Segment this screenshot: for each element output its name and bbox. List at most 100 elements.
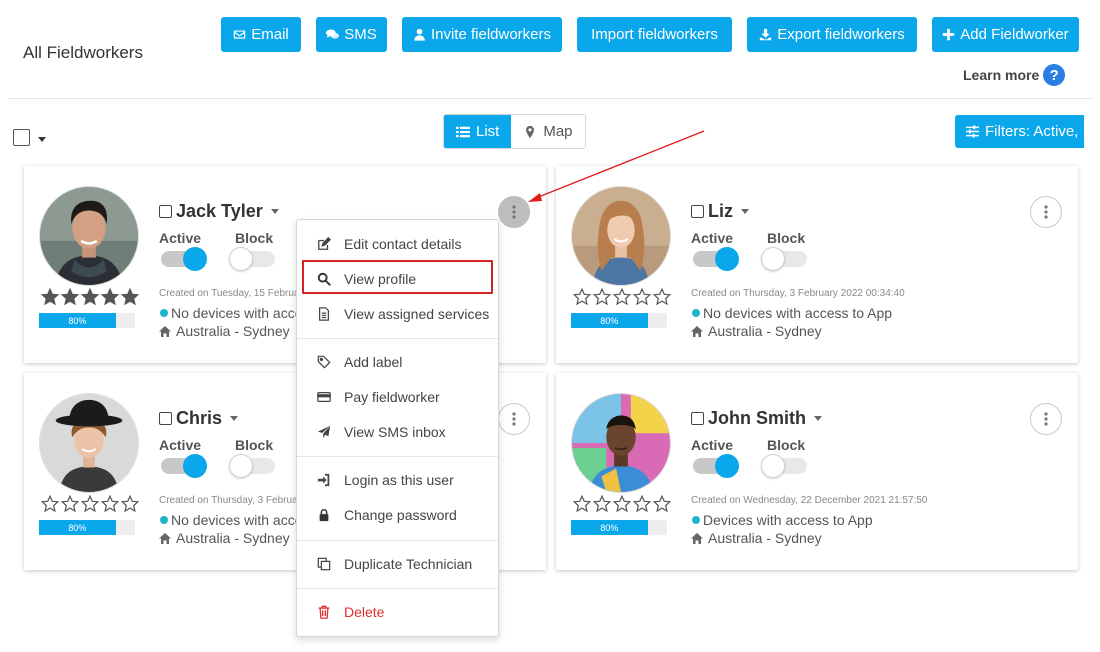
block-toggle[interactable] <box>229 454 275 478</box>
location: Australia - Sydney <box>691 323 822 339</box>
menu-divider <box>297 588 498 589</box>
star-outline-icon[interactable] <box>121 495 139 513</box>
block-toggle[interactable] <box>761 247 807 271</box>
name-dropdown-caret-icon[interactable] <box>270 209 279 214</box>
name-dropdown-caret-icon[interactable] <box>814 416 822 421</box>
star-outline-icon[interactable] <box>633 495 651 513</box>
avatar[interactable] <box>39 186 139 286</box>
add-fieldworker-button[interactable]: Add Fieldworker <box>932 17 1079 52</box>
block-toggle[interactable] <box>229 247 275 271</box>
name-dropdown-caret-icon[interactable] <box>741 209 749 214</box>
list-icon <box>456 126 470 137</box>
profile-progress-bar: 80% <box>571 520 667 535</box>
star-outline-icon[interactable] <box>653 288 671 306</box>
device-access-status: Devices with access to App <box>691 512 873 528</box>
trash-icon <box>318 605 330 619</box>
select-options-caret-icon[interactable] <box>38 137 46 142</box>
active-label: Active <box>691 230 734 246</box>
menu-item-label: View assigned services <box>344 306 490 322</box>
more-options-button[interactable] <box>1030 403 1062 435</box>
location-text: Australia - Sydney <box>708 323 822 339</box>
more-options-button[interactable] <box>498 403 530 435</box>
star-filled-icon[interactable] <box>121 288 139 306</box>
created-date: Created on Wednesday, 22 December 2021 2… <box>691 495 928 506</box>
invite-fieldworkers-button[interactable]: Invite fieldworkers <box>402 17 562 52</box>
star-outline-icon[interactable] <box>593 495 611 513</box>
menu-item-label: View SMS inbox <box>344 424 446 440</box>
star-outline-icon[interactable] <box>573 288 591 306</box>
star-outline-icon[interactable] <box>61 495 79 513</box>
rating-stars[interactable] <box>41 288 139 306</box>
star-filled-icon[interactable] <box>61 288 79 306</box>
comments-icon <box>326 29 340 39</box>
menu-item-label: Delete <box>344 604 385 620</box>
menu-item-add-label[interactable]: Add label <box>297 350 498 374</box>
star-filled-icon[interactable] <box>101 288 119 306</box>
export-fieldworkers-button[interactable]: Export fieldworkers <box>747 17 917 52</box>
rating-stars[interactable] <box>573 288 671 306</box>
map-view-label: Map <box>543 123 573 140</box>
file-text-icon <box>319 307 329 321</box>
star-outline-icon[interactable] <box>593 288 611 306</box>
rating-stars[interactable] <box>41 495 139 513</box>
menu-item-view-sms-inbox[interactable]: View SMS inbox <box>297 420 498 444</box>
filters-button[interactable]: Filters: Active, <box>955 115 1084 148</box>
import-fieldworkers-button[interactable]: Import fieldworkers <box>577 17 732 52</box>
menu-divider <box>297 456 498 457</box>
menu-item-login-as-this-user[interactable]: Login as this user <box>297 468 498 492</box>
star-outline-icon[interactable] <box>101 495 119 513</box>
star-outline-icon[interactable] <box>633 288 651 306</box>
menu-item-pay-fieldworker[interactable]: Pay fieldworker <box>297 385 498 409</box>
active-label: Active <box>159 437 202 453</box>
profile-progress-bar: 80% <box>39 313 135 328</box>
avatar[interactable] <box>571 393 671 493</box>
select-fieldworker-checkbox[interactable] <box>159 412 172 425</box>
list-view-button[interactable]: List <box>444 115 512 148</box>
select-fieldworker-checkbox[interactable] <box>691 205 704 218</box>
star-filled-icon[interactable] <box>81 288 99 306</box>
block-toggle[interactable] <box>761 454 807 478</box>
menu-item-view-assigned-services[interactable]: View assigned services <box>297 302 498 326</box>
star-outline-icon[interactable] <box>653 495 671 513</box>
map-view-button[interactable]: Map <box>511 115 585 148</box>
fieldworker-name[interactable]: Jack Tyler <box>176 201 263 222</box>
avatar[interactable] <box>571 186 671 286</box>
name-dropdown-caret-icon[interactable] <box>230 416 239 421</box>
star-outline-icon[interactable] <box>573 495 591 513</box>
star-outline-icon[interactable] <box>613 288 631 306</box>
active-toggle[interactable] <box>693 247 739 271</box>
more-options-button[interactable] <box>498 196 530 228</box>
avatar[interactable] <box>39 393 139 493</box>
status-dot-icon <box>692 309 700 317</box>
sms-button[interactable]: SMS <box>316 17 387 52</box>
star-outline-icon[interactable] <box>613 495 631 513</box>
fieldworker-name[interactable]: Chris <box>176 408 222 429</box>
map-marker-icon <box>526 125 535 138</box>
star-outline-icon[interactable] <box>41 495 59 513</box>
sign-in-icon <box>317 473 330 487</box>
email-button-label: Email <box>251 26 289 43</box>
active-toggle[interactable] <box>693 454 739 478</box>
menu-item-duplicate-technician[interactable]: Duplicate Technician <box>297 552 498 576</box>
profile-progress-bar: 80% <box>39 520 135 535</box>
menu-item-edit-contact-details[interactable]: Edit contact details <box>297 232 498 256</box>
select-fieldworker-checkbox[interactable] <box>691 412 704 425</box>
fieldworker-name[interactable]: John Smith <box>708 408 806 429</box>
active-toggle[interactable] <box>161 454 207 478</box>
location-text: Australia - Sydney <box>176 323 290 339</box>
select-all-checkbox[interactable] <box>13 129 30 146</box>
home-icon <box>691 325 703 337</box>
select-fieldworker-checkbox[interactable] <box>159 205 172 218</box>
learn-more-link[interactable]: Learn more ? <box>963 64 1066 86</box>
fieldworker-name[interactable]: Liz <box>708 201 733 222</box>
copy-icon <box>317 557 331 571</box>
email-button[interactable]: Email <box>221 17 301 52</box>
star-filled-icon[interactable] <box>41 288 59 306</box>
rating-stars[interactable] <box>573 495 671 513</box>
active-toggle[interactable] <box>161 247 207 271</box>
more-options-button[interactable] <box>1030 196 1062 228</box>
location: Australia - Sydney <box>159 530 290 546</box>
star-outline-icon[interactable] <box>81 495 99 513</box>
menu-item-delete[interactable]: Delete <box>297 600 498 624</box>
menu-item-change-password[interactable]: Change password <box>297 503 498 527</box>
